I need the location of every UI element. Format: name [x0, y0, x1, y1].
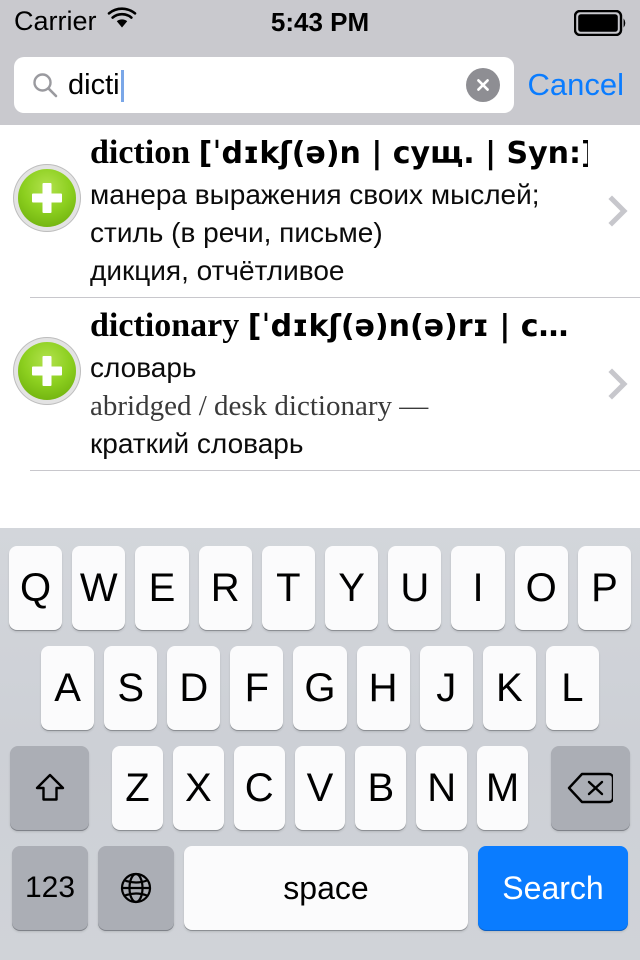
entry-headword: diction: [90, 134, 191, 171]
key-r[interactable]: R: [198, 546, 252, 630]
key-b[interactable]: B: [355, 746, 407, 830]
search-results-list[interactable]: diction [ˈdɪkʃ(ə)n | сущ. | Syn:] манера…: [0, 125, 640, 528]
key-e[interactable]: E: [135, 546, 189, 630]
entry-headword: dictionary: [90, 307, 240, 344]
key-c[interactable]: C: [233, 746, 285, 830]
list-item[interactable]: dictionary [ˈdɪkʃ(ə)n(ə)rɪ | с… словарь …: [0, 298, 640, 471]
search-bar-row: dicti Cancel: [0, 44, 640, 125]
status-right-group: [573, 9, 628, 41]
entry-headword-line: diction [ˈdɪkʃ(ə)n | сущ. | Syn:]: [90, 131, 588, 176]
key-p[interactable]: P: [577, 546, 632, 630]
entry-transcription: [ˈdɪkʃ(ə)n(ə)rɪ | с…: [247, 309, 569, 344]
key-f[interactable]: F: [230, 646, 284, 730]
search-input-value: dicti: [68, 68, 120, 101]
entry-translation-line: краткий словарь: [90, 428, 304, 459]
keyboard-row-2: A S D F G H J K L: [0, 646, 640, 730]
shift-up-arrow-icon[interactable]: [10, 746, 90, 830]
key-a[interactable]: A: [41, 646, 95, 730]
header-bar: Carrier 5:43 PM dicti Cancel: [0, 0, 640, 125]
status-bar: Carrier 5:43 PM: [0, 0, 640, 44]
keyboard-row-3: Z X C V B N M: [0, 746, 640, 830]
key-d[interactable]: D: [167, 646, 221, 730]
key-i[interactable]: I: [451, 546, 505, 630]
backspace-delete-icon[interactable]: [550, 746, 630, 830]
list-item-body: diction [ˈdɪkʃ(ə)n | сущ. | Syn:] манера…: [76, 131, 596, 290]
add-plus-icon[interactable]: [18, 169, 76, 227]
key-l[interactable]: L: [545, 646, 599, 730]
cancel-button[interactable]: Cancel: [528, 67, 627, 103]
key-numbers-123[interactable]: 123: [12, 846, 88, 930]
status-time: 5:43 PM: [270, 7, 370, 37]
key-q[interactable]: Q: [8, 546, 63, 630]
key-v[interactable]: V: [294, 746, 346, 830]
key-u[interactable]: U: [388, 546, 442, 630]
entry-transcription: [ˈdɪkʃ(ə)n | сущ. | Syn:]: [198, 136, 588, 171]
key-k[interactable]: K: [482, 646, 536, 730]
add-plus-icon[interactable]: [18, 342, 76, 400]
key-y[interactable]: Y: [325, 546, 379, 630]
key-m[interactable]: M: [477, 746, 528, 830]
key-s[interactable]: S: [104, 646, 158, 730]
keyboard-row-4: 123 space Search: [0, 846, 640, 930]
app-screen: Carrier 5:43 PM dicti Cancel diction [ˈd…: [0, 0, 640, 960]
key-x[interactable]: X: [172, 746, 224, 830]
chevron-right-icon[interactable]: [596, 364, 640, 404]
key-h[interactable]: H: [356, 646, 410, 730]
on-screen-keyboard[interactable]: Q W E R T Y U I O P A S D F G H J K L Z …: [0, 528, 640, 960]
list-item-body: dictionary [ˈdɪkʃ(ə)n(ə)rɪ | с… словарь …: [76, 304, 596, 463]
entry-headword-line: dictionary [ˈdɪkʃ(ə)n(ə)rɪ | с…: [90, 304, 588, 349]
key-z[interactable]: Z: [112, 746, 163, 830]
list-item[interactable]: diction [ˈdɪkʃ(ə)n | сущ. | Syn:] манера…: [0, 125, 640, 298]
key-o[interactable]: O: [514, 546, 568, 630]
key-g[interactable]: G: [293, 646, 347, 730]
keyboard-row-1: Q W E R T Y U I O P: [0, 546, 640, 630]
entry-example-line: abridged / desk dictionary —: [90, 390, 429, 422]
globe-keyboard-switch-icon[interactable]: [98, 846, 174, 930]
key-j[interactable]: J: [419, 646, 473, 730]
search-icon: [30, 70, 60, 100]
key-search-return[interactable]: Search: [478, 846, 628, 930]
key-t[interactable]: T: [261, 546, 315, 630]
text-cursor: [120, 69, 124, 102]
chevron-right-icon[interactable]: [596, 191, 640, 231]
list-separator: [30, 470, 640, 471]
search-input[interactable]: dicti: [14, 56, 514, 113]
entry-translation-line: манера выражения своих мыслей;: [90, 179, 540, 210]
clear-circle-x-icon[interactable]: [465, 67, 500, 102]
key-n[interactable]: N: [416, 746, 468, 830]
entry-translation-line: словарь: [90, 352, 197, 383]
entry-translation-line: стиль (в речи, письме): [90, 217, 383, 248]
entry-translation-line: дикция, отчётливое: [90, 255, 345, 286]
key-space[interactable]: space: [184, 846, 468, 930]
battery-full-icon: [573, 9, 628, 41]
key-w[interactable]: W: [72, 546, 126, 630]
